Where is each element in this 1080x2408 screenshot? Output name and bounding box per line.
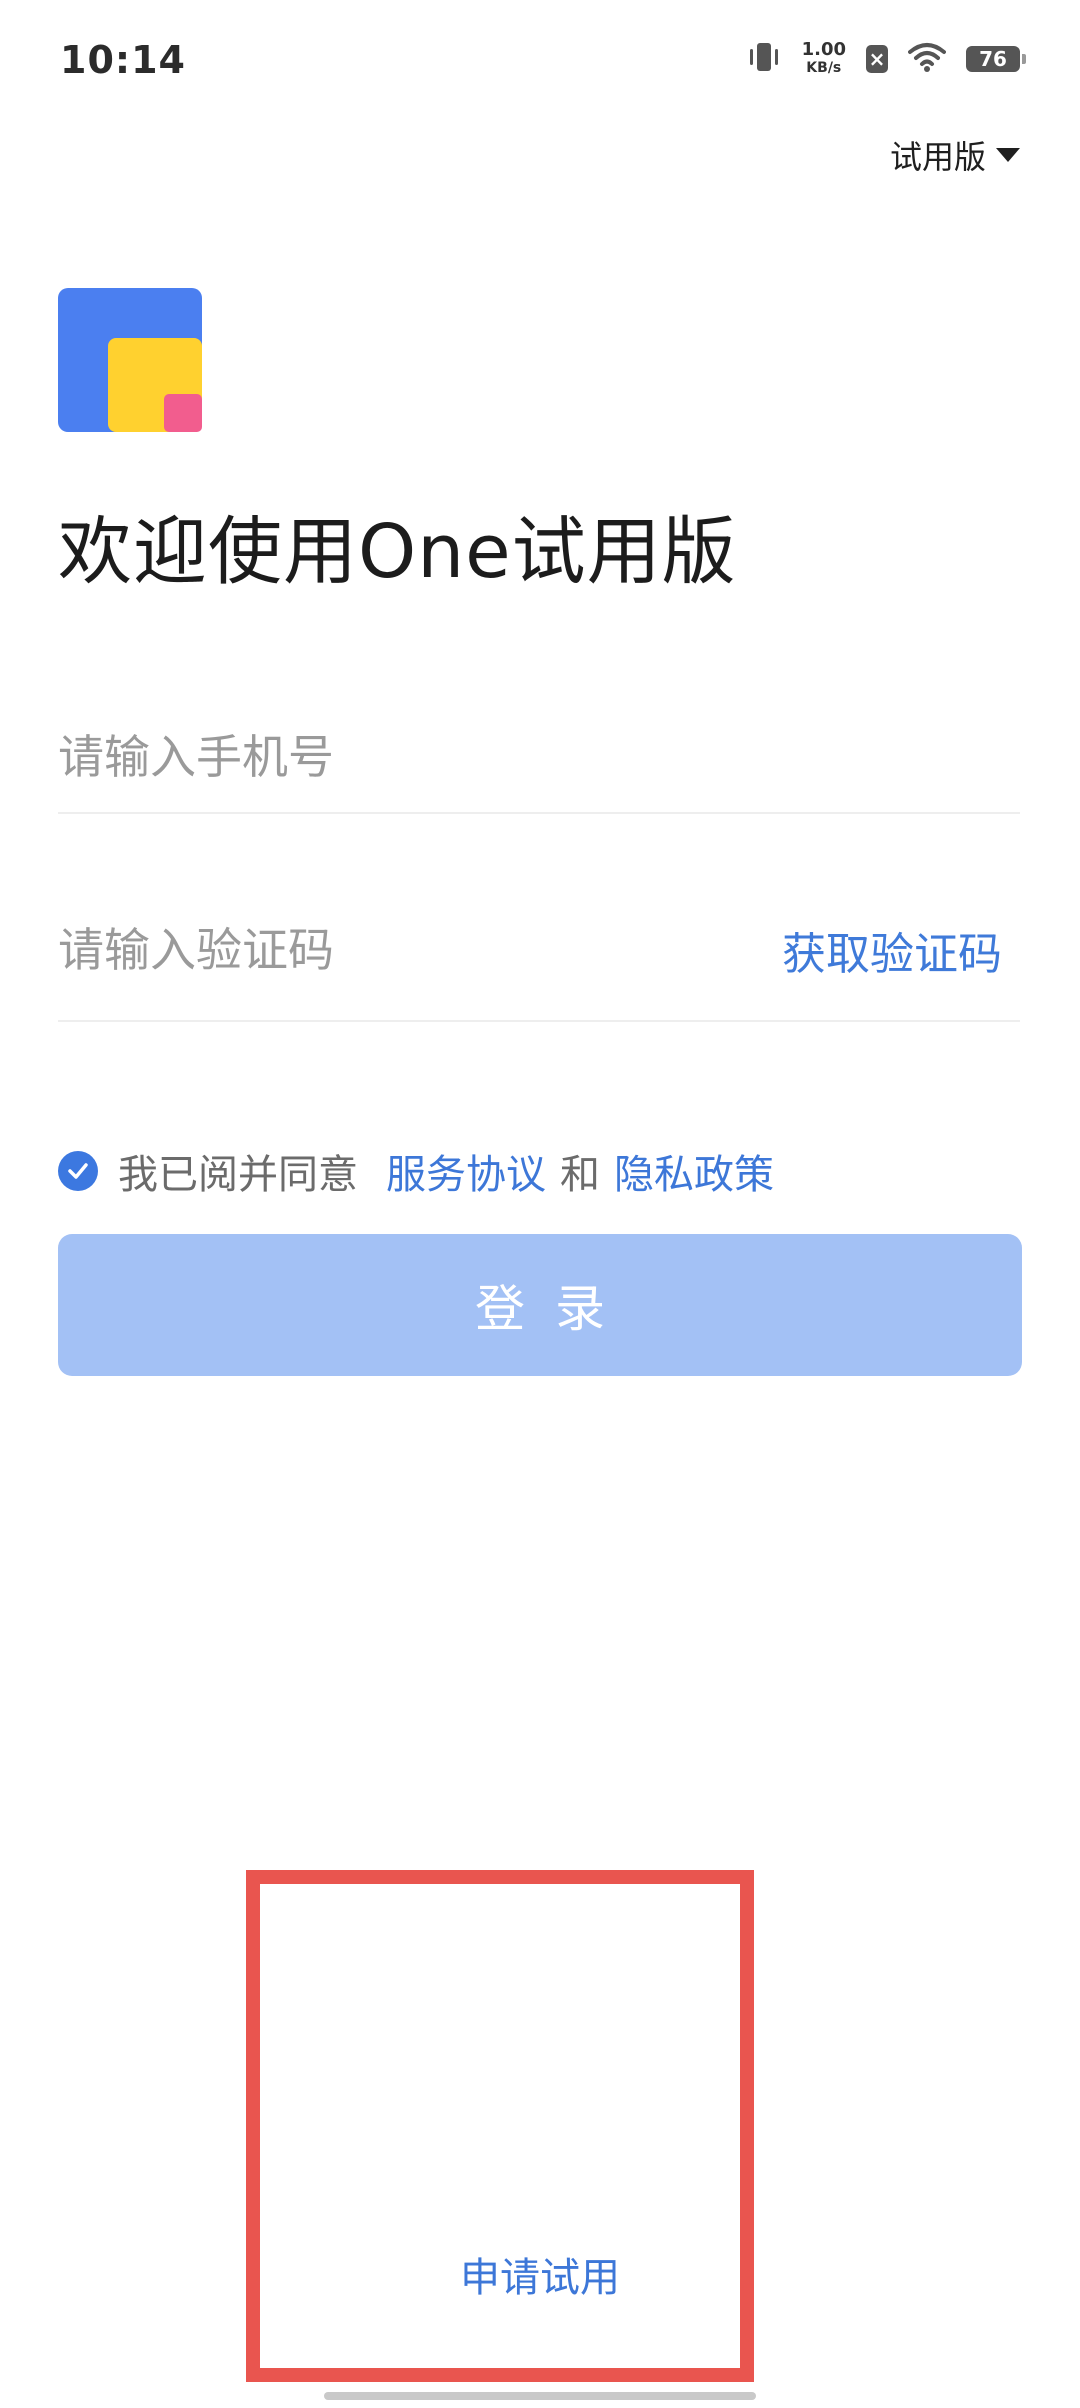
net-speed-value: 1.00 xyxy=(801,39,846,60)
login-button[interactable]: 登录 xyxy=(58,1234,1022,1376)
highlight-box xyxy=(246,1870,754,2382)
agreement-and: 和 xyxy=(560,1152,600,1198)
phone-field-row xyxy=(58,702,1020,814)
version-label: 试用版 xyxy=(889,138,986,176)
privacy-policy-link[interactable]: 隐私政策 xyxy=(614,1142,774,1200)
no-sim-icon: × xyxy=(866,45,888,73)
dropdown-triangle-icon xyxy=(996,148,1020,162)
status-time: 10:14 xyxy=(60,38,186,82)
agreement-checkbox[interactable] xyxy=(58,1151,98,1191)
service-agreement-link[interactable]: 服务协议 xyxy=(386,1142,546,1200)
agreement-row: 我已阅并同意 服务协议 和 隐私政策 xyxy=(58,1142,774,1200)
net-speed-unit: KB/s xyxy=(806,60,842,76)
welcome-title: 欢迎使用One试用版 xyxy=(58,509,737,595)
code-field-row: 获取验证码 xyxy=(58,880,1020,1022)
checkmark-icon xyxy=(68,1163,88,1179)
apply-trial-link[interactable]: 申请试用 xyxy=(0,2245,1080,2303)
net-speed: 1.00 KB/s xyxy=(802,41,846,77)
get-code-button[interactable]: 获取验证码 xyxy=(782,918,1002,982)
status-icons: 1.00 KB/s × 76 xyxy=(746,40,1026,78)
phone-input[interactable] xyxy=(58,730,1020,784)
wifi-icon xyxy=(908,42,946,76)
version-selector[interactable]: 试用版 xyxy=(890,132,1020,178)
home-indicator[interactable] xyxy=(324,2392,756,2400)
vibrate-icon xyxy=(746,40,782,78)
status-bar: 10:14 1.00 KB/s × 76 xyxy=(0,0,1080,120)
app-logo xyxy=(58,288,202,432)
battery-icon: 76 xyxy=(966,46,1026,72)
agreement-prefix: 我已阅并同意 xyxy=(118,1152,358,1198)
